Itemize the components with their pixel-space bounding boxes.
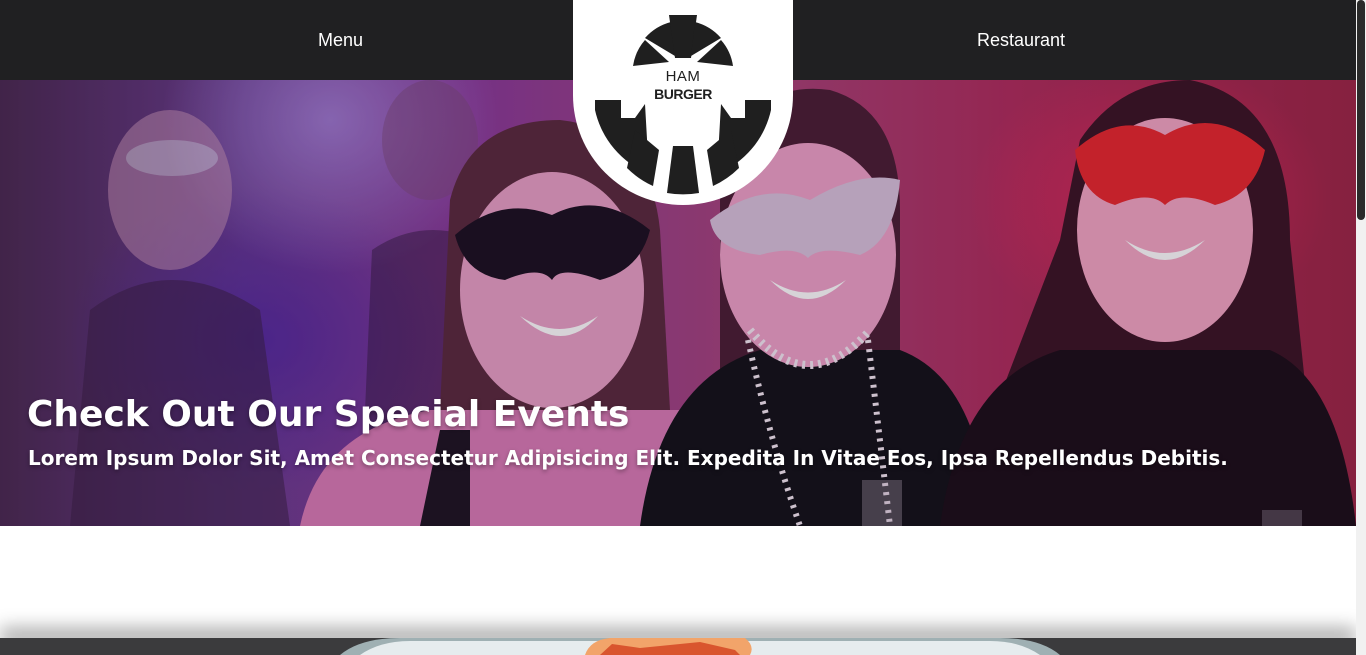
hero-title: Check Out Our Special Events <box>27 394 630 435</box>
hero-subtitle: Lorem Ipsum Dolor Sit, Amet Consectetur … <box>28 446 1228 470</box>
logo-text-burger: BURGER <box>654 86 712 102</box>
food-plate-preview <box>340 638 1060 655</box>
hamburger-logo-icon <box>595 15 771 195</box>
nav-link-menu[interactable]: Menu <box>318 0 363 80</box>
section-spacer <box>0 526 1356 638</box>
vertical-scrollbar[interactable] <box>1356 0 1366 655</box>
page: Menu Restaurant HAM BURGER Check Out Our… <box>0 0 1366 655</box>
logo-bottom-center-wedge <box>667 146 699 195</box>
nav-link-restaurant[interactable]: Restaurant <box>977 0 1065 80</box>
next-section-preview <box>0 638 1356 655</box>
scrollbar-thumb[interactable] <box>1357 0 1365 220</box>
site-logo[interactable]: HAM BURGER <box>573 0 793 205</box>
logo-text-ham: HAM <box>665 68 701 85</box>
